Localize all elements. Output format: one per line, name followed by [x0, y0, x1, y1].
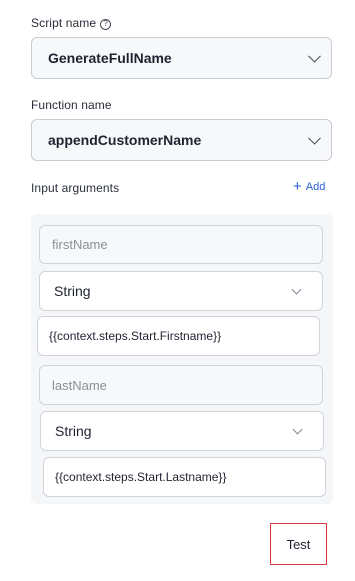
test-button-label: Test — [286, 536, 311, 552]
argument-name-input[interactable]: lastName — [39, 365, 323, 405]
chevron-down-icon — [308, 49, 321, 63]
script-name-label: Script name? — [31, 16, 112, 30]
argument-name-placeholder: firstName — [52, 237, 108, 252]
argument-value-text: {{context.steps.Start.Firstname}} — [49, 329, 222, 343]
chevron-down-icon — [308, 131, 321, 145]
script-name-select[interactable]: GenerateFullName — [31, 37, 332, 79]
question-circle-icon[interactable]: ? — [100, 18, 112, 30]
argument-type-select[interactable]: String — [40, 411, 324, 451]
argument-value-input[interactable]: {{context.steps.Start.Firstname}} — [37, 316, 320, 356]
function-name-value: appendCustomerName — [48, 132, 202, 148]
argument-value-text: {{context.steps.Start.Lastname}} — [55, 470, 227, 484]
script-name-value: GenerateFullName — [48, 50, 172, 66]
argument-type-select[interactable]: String — [39, 271, 323, 311]
test-button[interactable]: Test — [270, 523, 327, 565]
function-name-label: Function name — [31, 98, 112, 112]
input-arguments-label: Input arguments — [31, 181, 120, 195]
argument-name-input[interactable]: firstName — [39, 225, 323, 264]
function-name-select[interactable]: appendCustomerName — [31, 119, 332, 161]
argument-type-value: String — [55, 423, 92, 439]
add-argument-label: Add — [305, 180, 326, 193]
plus-icon: + — [293, 178, 302, 195]
argument-name-placeholder: lastName — [52, 377, 107, 393]
chevron-down-icon — [292, 424, 303, 435]
argument-value-input[interactable]: {{context.steps.Start.Lastname}} — [43, 457, 326, 497]
argument-type-value: String — [54, 283, 91, 299]
add-argument-button[interactable]: + Add — [293, 179, 325, 194]
script-name-label-text: Script name — [31, 16, 97, 30]
chevron-down-icon — [291, 284, 302, 295]
